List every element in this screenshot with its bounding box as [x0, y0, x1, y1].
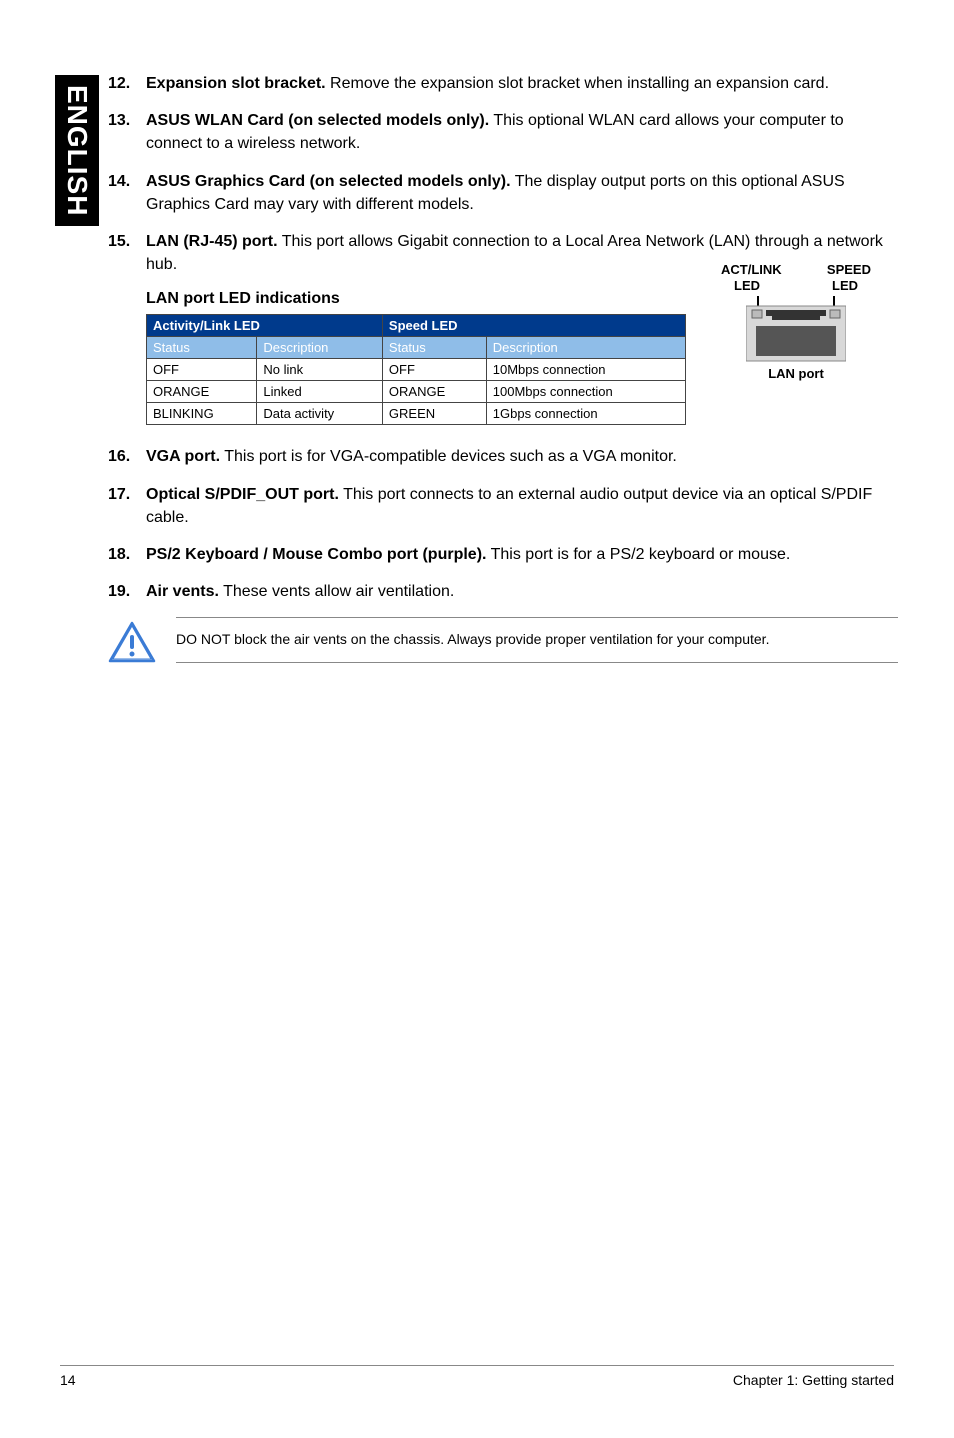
table-cell: 1Gbps connection [486, 403, 685, 425]
table-cell: ORANGE [382, 381, 486, 403]
item-bold: LAN (RJ-45) port. [146, 233, 278, 250]
table-cell: OFF [147, 359, 257, 381]
led-heading: LAN port LED indications [146, 290, 686, 308]
item-text: PS/2 Keyboard / Mouse Combo port (purple… [146, 543, 898, 566]
item-text: VGA port. This port is for VGA-compatibl… [146, 445, 898, 468]
diagram-label: LED [734, 278, 760, 294]
list-item: 17. Optical S/PDIF_OUT port. This port c… [108, 483, 898, 529]
item-number: 13. [108, 109, 146, 155]
item-bold: ASUS WLAN Card (on selected models only)… [146, 112, 489, 129]
item-number: 18. [108, 543, 146, 566]
caution-icon [108, 621, 156, 663]
table-cell: 10Mbps connection [486, 359, 685, 381]
table-header: Speed LED [382, 315, 685, 337]
table-row: ORANGE Linked ORANGE 100Mbps connection [147, 381, 686, 403]
note-box: DO NOT block the air vents on the chassi… [108, 617, 898, 663]
item-bold: VGA port. [146, 448, 220, 465]
chapter-title: Chapter 1: Getting started [733, 1372, 894, 1388]
table-subheader: Description [486, 337, 685, 359]
diagram-label: ACT/LINK [721, 262, 782, 278]
page-number: 14 [60, 1372, 76, 1388]
item-bold: Optical S/PDIF_OUT port. [146, 486, 339, 503]
item-text: Air vents. These vents allow air ventila… [146, 580, 898, 603]
table-cell: GREEN [382, 403, 486, 425]
item-number: 15. [108, 230, 146, 276]
lan-port-icon [746, 296, 846, 364]
led-section: LAN port LED indications Activity/Link L… [146, 290, 898, 425]
diagram-label: SPEED [827, 262, 871, 278]
item-number: 19. [108, 580, 146, 603]
page-footer: 14 Chapter 1: Getting started [60, 1365, 894, 1388]
item-rest: This port is for VGA-compatible devices … [220, 448, 677, 465]
table-row: OFF No link OFF 10Mbps connection [147, 359, 686, 381]
table-subheader: Description [257, 337, 383, 359]
item-bold: Air vents. [146, 583, 219, 600]
list-item: 18. PS/2 Keyboard / Mouse Combo port (pu… [108, 543, 898, 566]
item-text: ASUS WLAN Card (on selected models only)… [146, 109, 898, 155]
table-cell: Linked [257, 381, 383, 403]
table-cell: OFF [382, 359, 486, 381]
item-text: ASUS Graphics Card (on selected models o… [146, 170, 898, 216]
item-rest: Remove the expansion slot bracket when i… [326, 75, 829, 92]
item-number: 14. [108, 170, 146, 216]
note-text: DO NOT block the air vents on the chassi… [176, 617, 898, 663]
lan-port-diagram: ACT/LINK SPEED LED LED LAN port [716, 262, 876, 381]
list-item: 16. VGA port. This port is for VGA-compa… [108, 445, 898, 468]
table-cell: BLINKING [147, 403, 257, 425]
table-subheader: Status [147, 337, 257, 359]
list-item: 13. ASUS WLAN Card (on selected models o… [108, 109, 898, 155]
item-rest: These vents allow air ventilation. [219, 583, 454, 600]
item-bold: ASUS Graphics Card (on selected models o… [146, 173, 511, 190]
item-number: 12. [108, 72, 146, 95]
table-cell: Data activity [257, 403, 383, 425]
table-subheader: Status [382, 337, 486, 359]
table-header: Activity/Link LED [147, 315, 383, 337]
language-tab: ENGLISH [55, 75, 99, 226]
list-item: 19. Air vents. These vents allow air ven… [108, 580, 898, 603]
item-text: Expansion slot bracket. Remove the expan… [146, 72, 898, 95]
item-number: 17. [108, 483, 146, 529]
main-content: 12. Expansion slot bracket. Remove the e… [108, 72, 898, 663]
led-table: Activity/Link LED Speed LED Status Descr… [146, 314, 686, 425]
list-item: 14. ASUS Graphics Card (on selected mode… [108, 170, 898, 216]
diagram-label: LED [832, 278, 858, 294]
diagram-bottom-label: LAN port [716, 366, 876, 382]
item-text: Optical S/PDIF_OUT port. This port conne… [146, 483, 898, 529]
table-cell: 100Mbps connection [486, 381, 685, 403]
table-row: BLINKING Data activity GREEN 1Gbps conne… [147, 403, 686, 425]
table-cell: ORANGE [147, 381, 257, 403]
item-bold: PS/2 Keyboard / Mouse Combo port (purple… [146, 546, 486, 563]
item-number: 16. [108, 445, 146, 468]
list-item: 12. Expansion slot bracket. Remove the e… [108, 72, 898, 95]
table-cell: No link [257, 359, 383, 381]
item-bold: Expansion slot bracket. [146, 75, 326, 92]
item-rest: This port is for a PS/2 keyboard or mous… [486, 546, 790, 563]
